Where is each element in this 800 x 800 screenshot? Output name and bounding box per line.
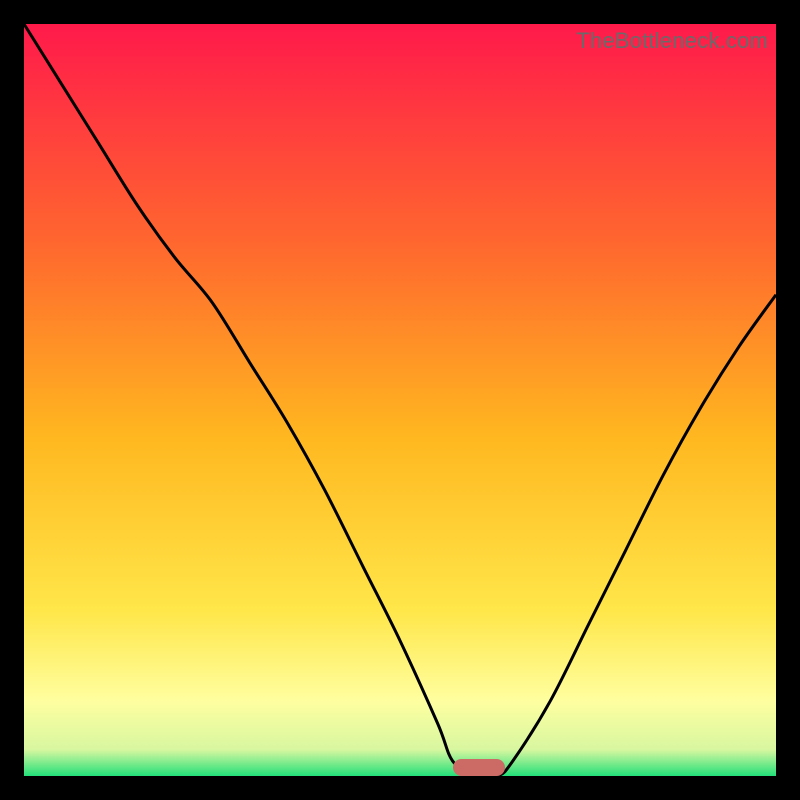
bottleneck-curve (24, 24, 776, 778)
chart-frame: TheBottleneck.com (24, 24, 776, 776)
watermark-text: TheBottleneck.com (576, 28, 768, 54)
chart-curve-layer (24, 24, 776, 776)
optimal-range-marker (453, 759, 506, 776)
